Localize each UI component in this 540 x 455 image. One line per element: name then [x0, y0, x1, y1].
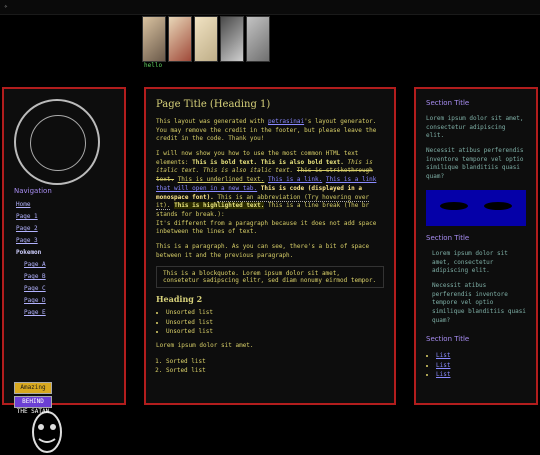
sorted-list: Sorted list Sorted list [156, 357, 384, 376]
short-paragraph: Lorem ipsum dolor sit amet. [156, 342, 254, 350]
paragraph-text: This is a paragraph. As you can see, the… [156, 242, 370, 259]
intro-paragraph: This layout was generated with petrasina… [156, 118, 377, 143]
unsorted-list: Unsorted list Unsorted list Unsorted lis… [156, 308, 384, 336]
list-link[interactable]: List [436, 362, 450, 369]
nav-page-a[interactable]: Page A [24, 261, 46, 268]
banner-image-2 [168, 16, 192, 62]
nav-page-c[interactable]: Page C [24, 285, 46, 292]
section-text: Necessit atibus perferendis inventore te… [432, 281, 526, 324]
list-link[interactable]: List [436, 352, 450, 359]
section-title: Section Title [426, 233, 470, 242]
banner-image-3 [194, 16, 218, 62]
section-title: Section Title [426, 335, 470, 344]
site-tagline: hello [144, 62, 163, 69]
badge-amazing-free-stuff[interactable]: Amazing free stuff [14, 382, 52, 411]
section-text: Lorem ipsum dolor sit amet, consectetur … [426, 115, 524, 140]
top-decoration-bar: ✧ [0, 0, 540, 15]
star-icon: ✧ [4, 3, 8, 10]
banner-images [142, 16, 270, 62]
section-text: Lorem ipsum dolor sit amet, consectetur … [432, 249, 508, 275]
nav-page-2[interactable]: Page 2 [16, 225, 38, 232]
right-sidebar: Section Title Lorem ipsum dolor sit amet… [414, 87, 538, 405]
example-link[interactable]: This is a link. [268, 176, 322, 183]
section-list: List List List [426, 351, 527, 379]
list-item: Unsorted list [166, 327, 384, 336]
badge-behind-the-satan[interactable]: BEHIND THE SATAN [14, 396, 52, 415]
list-item: Sorted list [166, 366, 384, 375]
page-title: Page Title (Heading 1) [156, 99, 271, 110]
nav-page-d[interactable]: Page D [24, 297, 46, 304]
section-text: Necessit atibus perferendis inventore te… [426, 147, 524, 181]
seal-logo [14, 99, 100, 185]
nav-home[interactable]: Home [16, 201, 30, 208]
section-title: Section Title [426, 99, 470, 107]
navigation-list: Home Page 1 Page 2 Page 3 Pokemon Page A… [16, 199, 46, 319]
left-sidebar: Navigation Home Page 1 Page 2 Page 3 Pok… [2, 87, 126, 453]
nav-page-1[interactable]: Page 1 [16, 213, 38, 220]
list-link[interactable]: List [436, 371, 450, 378]
main-content: Page Title (Heading 1) This layout was g… [144, 87, 396, 405]
banner-image-5 [246, 16, 270, 62]
navigation-title: Navigation [14, 187, 52, 195]
petrapixel-link[interactable]: petrasinai [268, 118, 304, 125]
list-item: Unsorted list [166, 318, 384, 327]
banner-image-1 [142, 16, 166, 62]
eyes-image [426, 189, 526, 226]
heading-2: Heading 2 [156, 294, 203, 305]
elements-paragraph: I will now show you how to use the most … [156, 150, 377, 236]
nav-pokemon[interactable]: Pokemon [16, 249, 41, 256]
list-item: Unsorted list [166, 308, 384, 317]
blockquote: This is a blockquote. Lorem ipsum dolor … [156, 266, 384, 289]
nav-page-b[interactable]: Page B [24, 273, 46, 280]
banner-image-4 [220, 16, 244, 62]
list-item: Sorted list [166, 357, 384, 366]
nav-page-e[interactable]: Page E [24, 309, 46, 316]
nav-page-3[interactable]: Page 3 [16, 237, 38, 244]
